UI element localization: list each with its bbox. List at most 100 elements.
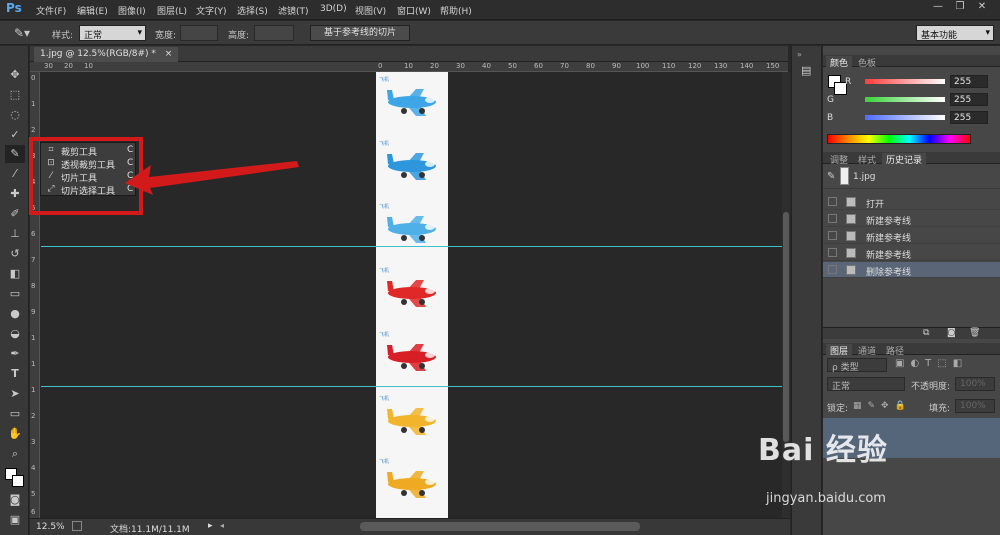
status-menu-arrow-icon[interactable]: ▸ (208, 521, 213, 531)
zoom-level[interactable]: 12.5% (36, 522, 65, 532)
tab-layers[interactable]: 图层 (826, 344, 853, 357)
document-tab[interactable]: 1.jpg @ 12.5%(RGB/8#) * × (34, 47, 179, 62)
dodge-tool-icon[interactable]: ◒ (5, 325, 25, 343)
width-input[interactable] (180, 25, 218, 41)
close-button[interactable]: ✕ (972, 0, 992, 14)
tab-color[interactable]: 颜色 (826, 56, 853, 69)
trash-icon[interactable]: 🗑 (969, 328, 980, 338)
history-snapshot-row[interactable]: ✎ 1.jpg (823, 165, 1000, 189)
zoom-tool-icon[interactable]: ⌕ (5, 445, 25, 463)
minimize-button[interactable]: — (928, 0, 948, 14)
camera-icon[interactable]: ◙ (947, 328, 956, 338)
canvas-area[interactable]: 飞机 飞机 飞机 飞机 飞机 飞机 飞机 (41, 72, 782, 518)
b-value[interactable]: 255 (950, 111, 988, 124)
g-slider[interactable] (865, 97, 945, 102)
b-slider[interactable] (865, 115, 945, 120)
style-select[interactable]: 正常 ▾ (79, 25, 146, 41)
menu-file[interactable]: 文件(F) (36, 4, 66, 17)
eraser-tool-icon[interactable]: ◧ (5, 265, 25, 283)
blur-tool-icon[interactable]: ● (5, 305, 25, 323)
blend-mode-select[interactable]: 正常 (827, 377, 905, 392)
menu-edit[interactable]: 编辑(E) (77, 4, 108, 17)
history-item[interactable]: 新建参考线 (823, 228, 1000, 244)
guide-line[interactable] (41, 386, 782, 387)
eyedropper-tool-icon[interactable]: ⁄ (5, 165, 25, 183)
toy-plane-image (387, 471, 436, 499)
background-color-swatch[interactable] (12, 475, 24, 487)
history-item-selected[interactable]: 删除参考线 (823, 262, 1000, 278)
slice-tool-icon[interactable]: ✎▾ (14, 26, 30, 40)
menu-select[interactable]: 选择(S) (237, 4, 268, 17)
document-size-info: 文档:11.1M/11.1M (110, 525, 190, 535)
tab-history[interactable]: 历史记录 (882, 153, 927, 166)
slice-tool-icon[interactable]: ✎ (5, 145, 25, 163)
guide-line[interactable] (41, 246, 782, 247)
quick-select-tool-icon[interactable]: ✓ (5, 126, 25, 144)
history-item[interactable]: 新建参考线 (823, 245, 1000, 261)
history-item[interactable]: 新建参考线 (823, 211, 1000, 227)
menu-layer[interactable]: 图层(L) (157, 4, 187, 17)
maximize-button[interactable]: ❐ (950, 0, 970, 14)
history-checkbox[interactable] (828, 214, 837, 223)
marquee-tool-icon[interactable]: ⬚ (5, 86, 25, 104)
stamp-tool-icon[interactable]: ⊥ (5, 225, 25, 243)
tab-paths[interactable]: 路径 (882, 344, 908, 357)
new-document-icon[interactable]: ⧉ (923, 328, 929, 338)
fill-input[interactable]: 100% (955, 399, 995, 413)
menu-view[interactable]: 视图(V) (355, 4, 386, 17)
color-spectrum-bar[interactable] (827, 134, 971, 144)
horizontal-scrollbar-thumb[interactable] (360, 522, 640, 531)
move-tool-icon[interactable]: ✥ (5, 66, 25, 84)
lasso-tool-icon[interactable]: ◌ (5, 106, 25, 124)
hand-tool-icon[interactable]: ✋ (5, 425, 25, 443)
layer-kind-filter[interactable]: ρ 类型 (827, 358, 887, 373)
rectangle-tool-icon[interactable]: ▭ (5, 405, 25, 423)
height-input[interactable] (254, 25, 294, 41)
lock-icons[interactable]: ▦✎✥🔒 (853, 401, 912, 411)
history-checkbox[interactable] (828, 265, 837, 274)
menu-image[interactable]: 图像(I) (118, 4, 146, 17)
menu-type[interactable]: 文字(Y) (196, 4, 227, 17)
healing-tool-icon[interactable]: ✚ (5, 185, 25, 203)
history-checkbox[interactable] (828, 197, 837, 206)
menu-3d[interactable]: 3D(D) (320, 4, 347, 14)
history-brush-icon[interactable]: ↺ (5, 245, 25, 263)
pen-tool-icon[interactable]: ✒ (5, 345, 25, 363)
document-image[interactable]: 飞机 飞机 飞机 飞机 飞机 飞机 飞机 (376, 72, 448, 518)
screen-mode-icon[interactable]: ▣ (5, 511, 25, 529)
tab-swatches[interactable]: 色板 (854, 56, 880, 69)
history-panel-icon[interactable]: ▤ (801, 64, 811, 77)
g-value[interactable]: 255 (950, 93, 988, 106)
path-select-icon[interactable]: ➤ (5, 385, 25, 403)
workspace-select[interactable]: 基本功能 ▾ (916, 25, 994, 41)
scroll-left-icon[interactable]: ◂ (220, 521, 224, 530)
opacity-input[interactable]: 100% (955, 377, 995, 391)
document-icon (846, 214, 856, 224)
quick-mask-icon[interactable]: ◙ (5, 491, 25, 509)
menu-help[interactable]: 帮助(H) (440, 4, 472, 17)
history-item[interactable]: 打开 (823, 194, 1000, 210)
r-value[interactable]: 255 (950, 75, 988, 88)
r-slider[interactable] (865, 79, 945, 84)
gradient-tool-icon[interactable]: ▭ (5, 285, 25, 303)
brush-tool-icon[interactable]: ✐ (5, 205, 25, 223)
history-checkbox[interactable] (828, 248, 837, 257)
document-icon (846, 197, 856, 207)
ruler-label: 0 (378, 62, 383, 70)
layer-filter-icons[interactable]: ▣◐T⬚◧ (895, 358, 968, 369)
menu-filter[interactable]: 滤镜(T) (278, 4, 309, 17)
menu-window[interactable]: 窗口(W) (397, 4, 431, 17)
scrollbar-thumb[interactable] (783, 212, 789, 442)
close-tab-icon[interactable]: × (165, 49, 173, 59)
tab-styles[interactable]: 样式 (854, 153, 880, 166)
tab-adjustments[interactable]: 调整 (826, 153, 852, 166)
collapse-icon[interactable]: » (797, 50, 802, 59)
export-icon[interactable] (72, 521, 82, 531)
slices-from-guides-button[interactable]: 基于参考线的切片 (310, 25, 410, 41)
ruler-label: 140 (740, 62, 754, 70)
tab-channels[interactable]: 通道 (854, 344, 880, 357)
plane-image-label: 飞机 (379, 395, 390, 402)
history-checkbox[interactable] (828, 231, 837, 240)
document-tab-bar: 1.jpg @ 12.5%(RGB/8#) * × (30, 46, 788, 62)
type-tool-icon[interactable]: T (5, 365, 25, 383)
